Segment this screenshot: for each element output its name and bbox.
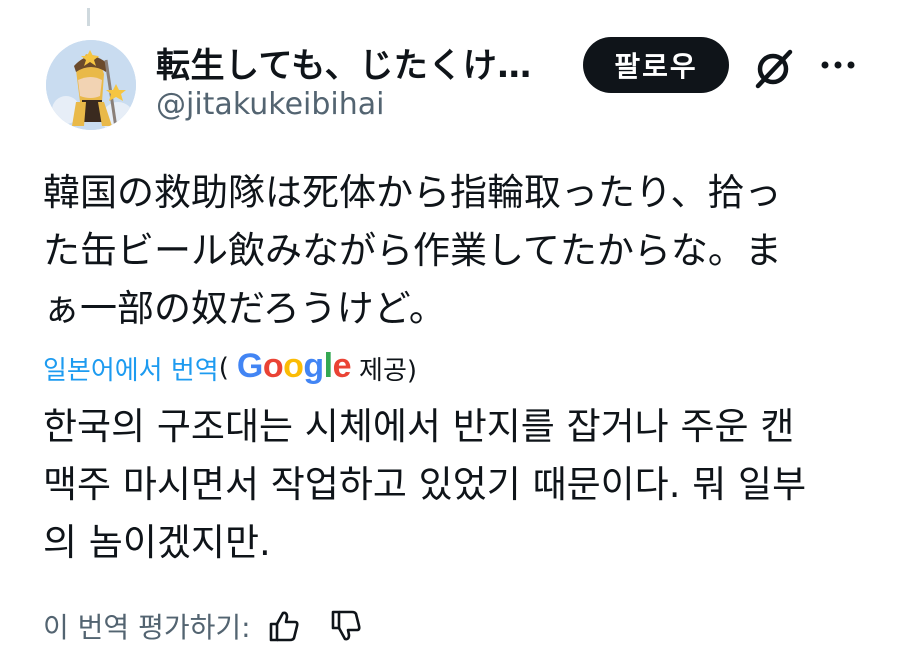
rate-translation-label: 이 번역 평가하기: <box>43 611 251 644</box>
avatar[interactable] <box>46 40 136 130</box>
google-logo: Google <box>236 346 352 385</box>
thread-connector-line <box>87 8 90 26</box>
translated-text-line: 의 놈이겠지만. <box>43 521 271 564</box>
grok-icon[interactable] <box>752 46 796 90</box>
thumbs-down-icon[interactable] <box>329 609 363 643</box>
rate-translation-row: 이 번역 평가하기: <box>43 604 363 648</box>
open-paren: ( <box>218 353 229 383</box>
avatar-illustration <box>46 40 136 130</box>
tweet-text: 韓国の救助隊は死体から指輪取ったり、拾っ た缶ビール飲みながら作業してたからな。… <box>43 164 863 338</box>
follow-button[interactable]: 팔로우 <box>583 37 729 93</box>
author-handle[interactable]: @jitakukeibihai <box>156 87 385 122</box>
translated-text-line: 한국의 구조대는 시체에서 반지를 잡거나 주운 캔 <box>43 405 795 448</box>
translated-text: 한국의 구조대는 시체에서 반지를 잡거나 주운 캔 맥주 마시면서 작업하고 … <box>43 398 863 572</box>
tweet-text-line: た缶ビール飲みながら作業してたからな。ま <box>43 229 782 272</box>
tweet-text-line: ぁ一部の奴だろうけど。 <box>43 287 446 330</box>
more-options-icon[interactable] <box>818 50 858 80</box>
author-display-name[interactable]: 転生しても、じたくけ… <box>156 38 532 87</box>
translated-text-line: 맥주 마시면서 작업하고 있었기 때문이다. 뭐 일부 <box>43 463 807 506</box>
translated-from-link[interactable]: 일본어에서 번역 <box>43 350 219 387</box>
tweet-text-line: 韓国の救助隊は死体から指輪取ったり、拾っ <box>43 171 782 214</box>
translation-attribution: 일본어에서 번역 ( Google 제공) <box>43 346 417 390</box>
thumbs-up-icon[interactable] <box>267 609 301 643</box>
provided-label: 제공) <box>359 355 418 386</box>
